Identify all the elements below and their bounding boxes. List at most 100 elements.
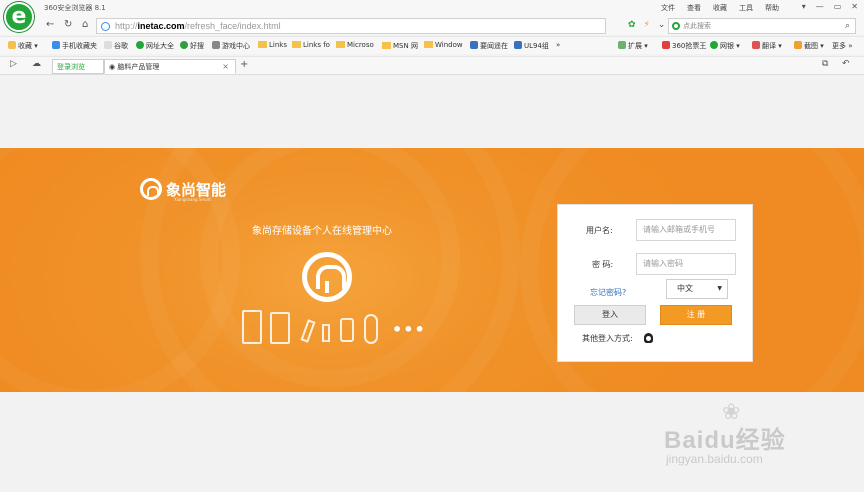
brand-subtitle: Xiangshang Smart [174,197,211,202]
register-button[interactable]: 注 册 [660,305,732,325]
menu-favorites[interactable]: 收藏 [713,3,727,13]
other-login-label: 其他登入方式: [582,334,633,343]
cloud-icon[interactable]: ☁ [32,59,41,69]
menu-file[interactable]: 文件 [661,3,675,13]
browser-logo-icon[interactable]: e [4,2,34,32]
app-title: 360安全浏览器 8.1 [44,4,106,12]
login-button[interactable]: 登入 [574,305,646,325]
search-engine-icon[interactable] [672,22,680,30]
phone-icon [52,41,60,49]
bookmark-games[interactable]: 游戏中心 [212,41,250,51]
card-reader-icon [340,318,354,342]
password-input[interactable]: 请输入密码 [636,253,736,275]
undo-icon[interactable]: ↶ [842,59,850,69]
skin-icon[interactable]: ▾ [802,2,806,11]
forgot-password-link[interactable]: 忘记密码? [590,287,626,298]
folder-icon [336,41,345,48]
tab-product-manage[interactable]: ◉ 脑料产品管理 × [104,59,236,74]
speed-icon[interactable]: ⚡ [644,20,650,30]
menu-help[interactable]: 帮助 [765,3,779,13]
dropdown-arrow-icon: ▼ [717,285,722,292]
page-icon [101,22,110,31]
refresh-icon[interactable]: ↻ [64,19,72,30]
username-input[interactable]: 请输入邮箱或手机号 [636,219,736,241]
login-panel: 用户名: 请输入邮箱或手机号 密 码: 请输入密码 忘记密码? 中文 ▼ 登入 … [557,204,753,362]
maximize-button[interactable]: ▭ [834,2,842,11]
grid-icon [618,41,626,49]
watermark-sub: jingyan.baidu.com [666,452,763,466]
search-input[interactable]: 点此搜索 ⌕ [668,18,856,34]
bookmark-microsoft[interactable]: Microso [336,41,374,49]
phone-icon [270,312,290,344]
slogan: 象尚存储设备个人在线管理中心 [252,226,392,237]
more-devices-dots: ••• [392,320,426,339]
cable-icon [364,314,378,344]
bookmark-favorites[interactable]: 收藏 ▾ [8,41,38,51]
bookmark-links-for[interactable]: Links fo [292,41,330,49]
bookmark-google[interactable]: 谷歌 [104,41,128,51]
globe-icon [136,41,144,49]
close-button[interactable]: ✕ [851,2,858,11]
star-icon [8,41,16,49]
scissors-icon [794,41,802,49]
close-tab-icon[interactable]: × [222,60,229,74]
page-top-spacer [0,75,864,148]
top-menu: 文件 查看 收藏 工具 帮助 [661,3,779,13]
bank-icon [710,41,718,49]
bookmarks-bar: 收藏 ▾ 手机收藏夹 谷歌 网址大全 好搜 游戏中心 Links Links f… [0,36,864,54]
page-icon [104,41,112,49]
bookmark-mobile[interactable]: 手机收藏夹 [52,41,97,51]
sidebar-toggle-icon[interactable]: ▷ [10,59,17,69]
extensions-button[interactable]: 扩展 ▾ [618,41,648,51]
folder-icon [292,41,301,48]
ticket-button[interactable]: 360抢票王 [662,41,706,51]
usb-stick-icon [322,324,330,342]
bookmark-msn[interactable]: MSN 网 [382,41,418,51]
bookmark-sites[interactable]: 网址大全 [136,41,174,51]
bookmark-news[interactable]: 要闻遥在 [470,41,508,51]
back-icon[interactable]: ← [46,19,54,30]
screenshot-button[interactable]: 截图 ▾ [794,41,824,51]
search-icon[interactable]: ⌕ [845,19,850,33]
bookmark-windows[interactable]: Window [424,41,463,49]
language-select[interactable]: 中文 ▼ [666,279,728,299]
tab-login[interactable]: 登录浏览 [52,59,104,74]
translate-button[interactable]: 翻译 ▾ [752,41,782,51]
tab-bar: ▷ ☁ 登录浏览 ◉ 脑料产品管理 × + ⧉ ↶ [0,56,864,75]
dropdown-icon[interactable]: ⌄ [658,20,666,30]
title-bar: 360安全浏览器 8.1 文件 查看 收藏 工具 帮助 ▾ — ▭ ✕ [0,0,864,17]
password-label: 密 码: [592,260,614,269]
secure-icon[interactable]: ✿ [628,20,636,30]
url-host: inetac.com [137,21,185,31]
minimize-button[interactable]: — [816,2,824,11]
bookmark-ul94[interactable]: UL94组 [514,41,549,51]
home-icon[interactable]: ⌂ [82,19,88,30]
pen-icon [300,319,316,343]
tablet-icon [242,310,262,344]
doc-icon [514,41,522,49]
baidu-watermark: ❀ Baidu经验 jingyan.baidu.com [664,400,824,472]
folder-icon [382,42,391,49]
translate-icon [752,41,760,49]
menu-tools[interactable]: 工具 [739,3,753,13]
elephant-emblem-icon [302,252,352,302]
news-icon [470,41,478,49]
ticket-icon [662,41,670,49]
folder-icon [424,41,433,48]
qq-icon[interactable] [644,333,653,343]
elephant-logo-icon [140,178,162,200]
new-tab-button[interactable]: + [240,59,248,70]
bookmarks-more-button[interactable]: » [556,41,560,49]
bookmark-haosou[interactable]: 好搜 [180,41,204,51]
bookmark-links[interactable]: Links [258,41,287,49]
watermark-main: Baidu经验 [664,427,786,454]
gamepad-icon [212,41,220,49]
url-input[interactable]: http://inetac.com/refresh_face/index.htm… [96,18,606,34]
more-button[interactable]: 更多 » [832,41,853,51]
restore-icon[interactable]: ⧉ [822,59,828,69]
address-bar: ← ↻ ⌂ http://inetac.com/refresh_face/ind… [0,17,864,35]
username-label: 用户名: [586,226,613,235]
menu-view[interactable]: 查看 [687,3,701,13]
bank-button[interactable]: 网银 ▾ [710,41,740,51]
search-icon [180,41,188,49]
